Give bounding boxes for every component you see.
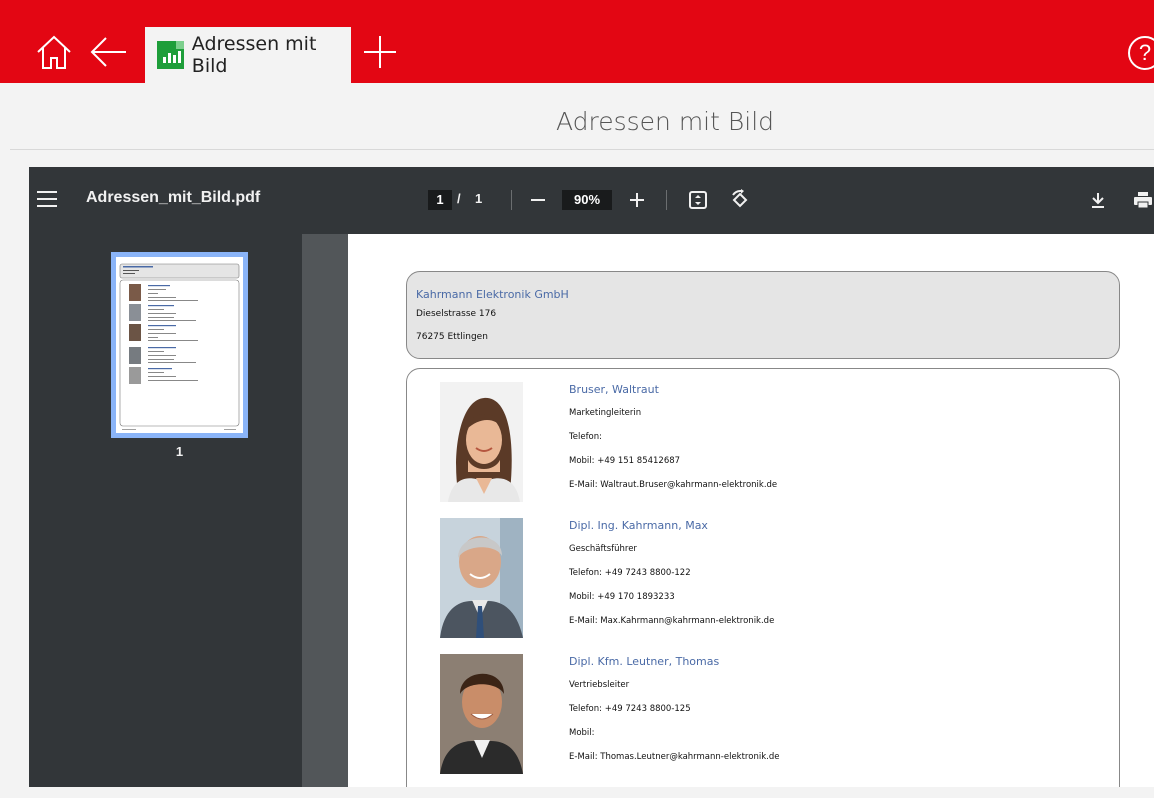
contact-email: E-Mail: Max.Kahrmann@kahrmann-elektronik… bbox=[569, 616, 775, 626]
contact-role: Vertriebsleiter bbox=[569, 680, 630, 690]
thumbnail-page-graphic bbox=[119, 263, 240, 430]
thumbnail-preview bbox=[116, 257, 243, 433]
report-sheet-icon bbox=[157, 41, 184, 69]
contact-phone: Telefon: +49 7243 8800-125 bbox=[569, 704, 691, 714]
tab-label: Adressen mit Bild bbox=[191, 33, 317, 77]
contact-card: Dipl. Kfm. Leutner, Thomas Vertriebsleit… bbox=[440, 654, 1080, 774]
zoom-out-button[interactable] bbox=[531, 199, 545, 201]
tab-adressen-mit-bild[interactable]: Adressen mit Bild bbox=[145, 27, 351, 83]
toolbar-divider bbox=[511, 190, 512, 210]
contact-mobile: Mobil: bbox=[569, 728, 595, 738]
thumbnail-sidebar: 1 bbox=[29, 234, 348, 787]
rotate-icon[interactable] bbox=[729, 189, 751, 211]
contact-name: Dipl. Ing. Kahrmann, Max bbox=[569, 519, 708, 532]
company-city: 76275 Ettlingen bbox=[416, 332, 488, 342]
contact-role: Marketingleiterin bbox=[569, 408, 642, 418]
page-separator: / bbox=[457, 191, 461, 206]
print-icon[interactable] bbox=[1133, 191, 1153, 209]
page-total: 1 bbox=[475, 191, 483, 206]
download-icon[interactable] bbox=[1089, 191, 1107, 209]
person-photo bbox=[440, 518, 523, 638]
contacts-box: Bruser, Waltraut Marketingleiterin Telef… bbox=[406, 368, 1120, 787]
help-button[interactable]: ? bbox=[1128, 36, 1154, 70]
page-title: Adressen mit Bild bbox=[555, 107, 775, 136]
thumbnail-page-number: 1 bbox=[175, 444, 184, 459]
contact-email: E-Mail: Thomas.Leutner@kahrmann-elektron… bbox=[569, 752, 780, 762]
viewer-gutter bbox=[302, 234, 348, 787]
company-box: Kahrmann Elektronik GmbH Dieselstrasse 1… bbox=[406, 271, 1120, 359]
contact-details: Dipl. Ing. Kahrmann, Max Geschäftsführer… bbox=[569, 518, 774, 638]
company-street: Dieselstrasse 176 bbox=[416, 309, 497, 319]
page-thumbnail[interactable] bbox=[111, 252, 248, 438]
person-photo bbox=[440, 382, 523, 502]
contact-details: Dipl. Kfm. Leutner, Thomas Vertriebsleit… bbox=[569, 654, 779, 774]
zoom-level-input[interactable]: 90% bbox=[562, 190, 612, 210]
person-photo bbox=[440, 654, 523, 774]
zoom-in-button[interactable] bbox=[629, 192, 645, 208]
back-arrow-icon[interactable] bbox=[88, 32, 128, 72]
pdf-toolbar: Adressen_mit_Bild.pdf 1 / 1 90% bbox=[29, 167, 1154, 234]
contact-mobile: Mobil: +49 170 1893233 bbox=[569, 592, 675, 602]
contact-details: Bruser, Waltraut Marketingleiterin Telef… bbox=[569, 382, 777, 502]
contact-name: Bruser, Waltraut bbox=[569, 383, 659, 396]
new-tab-plus-icon[interactable] bbox=[362, 34, 398, 70]
contact-phone: Telefon: bbox=[569, 432, 603, 442]
menu-icon[interactable] bbox=[37, 191, 57, 207]
pdf-file-name: Adressen_mit_Bild.pdf bbox=[86, 189, 261, 206]
contact-email: E-Mail: Waltraut.Bruser@kahrmann-elektro… bbox=[569, 480, 778, 490]
pdf-page: Kahrmann Elektronik GmbH Dieselstrasse 1… bbox=[348, 234, 1154, 787]
contact-phone: Telefon: +49 7243 8800-122 bbox=[569, 568, 691, 578]
app-header: Adressen mit Bild ? bbox=[0, 0, 1154, 83]
fit-to-page-icon[interactable] bbox=[689, 191, 707, 209]
company-name: Kahrmann Elektronik GmbH bbox=[416, 288, 569, 301]
home-icon[interactable] bbox=[34, 32, 74, 72]
page-number-input[interactable]: 1 bbox=[428, 190, 452, 210]
contact-card: Dipl. Ing. Kahrmann, Max Geschäftsführer… bbox=[440, 518, 1080, 638]
contact-card: Bruser, Waltraut Marketingleiterin Telef… bbox=[440, 382, 1080, 502]
contact-mobile: Mobil: +49 151 85412687 bbox=[569, 456, 681, 466]
contact-name: Dipl. Kfm. Leutner, Thomas bbox=[569, 655, 720, 668]
title-divider bbox=[10, 149, 1154, 150]
pdf-viewer: Adressen_mit_Bild.pdf 1 / 1 90% 1 Kahrma… bbox=[29, 167, 1154, 787]
contact-role: Geschäftsführer bbox=[569, 544, 637, 554]
toolbar-divider bbox=[666, 190, 667, 210]
